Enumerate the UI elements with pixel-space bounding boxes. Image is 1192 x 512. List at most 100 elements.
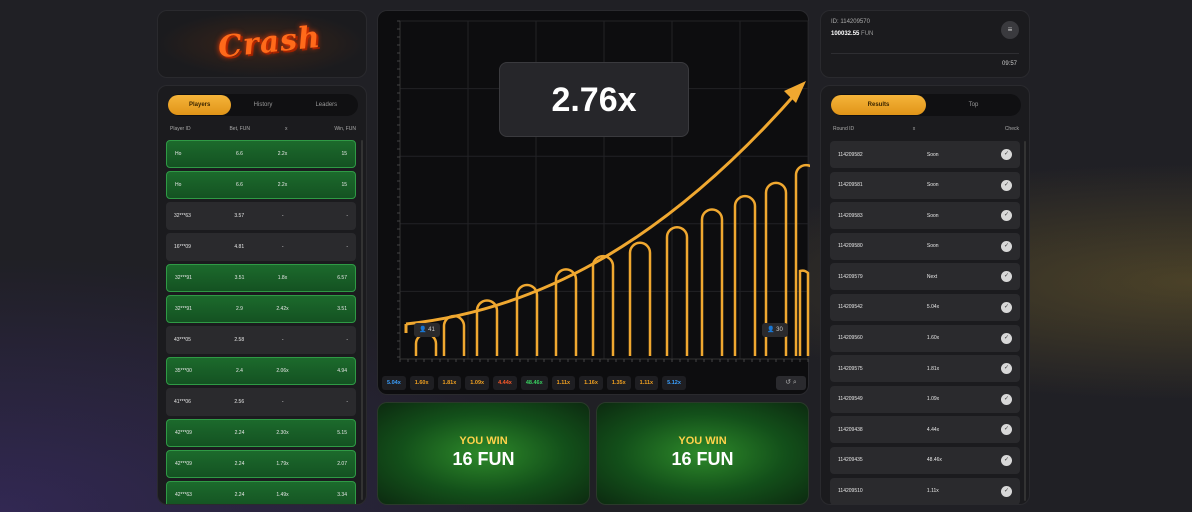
user-id: ID: 114209570: [831, 19, 870, 25]
result-row[interactable]: 114209560 1.60x ✓: [830, 324, 1020, 352]
player-mult: 2.2x: [277, 182, 288, 188]
player-win: -: [346, 244, 348, 250]
player-bet: 2.56: [234, 399, 245, 405]
result-row[interactable]: 114209438 4.44x ✓: [830, 416, 1020, 444]
result-row[interactable]: 114209549 1.09x ✓: [830, 385, 1020, 413]
history-chip[interactable]: 5.12x: [662, 376, 686, 390]
check-icon[interactable]: ✓: [1001, 332, 1012, 344]
player-bet: 2.9: [236, 306, 243, 312]
check-icon[interactable]: ✓: [1001, 454, 1012, 466]
player-bet: 3.57: [234, 213, 245, 219]
history-chip[interactable]: 1.11x: [551, 376, 576, 390]
player-id: Ho: [175, 151, 182, 157]
tab-leaders[interactable]: Leaders: [295, 95, 358, 115]
check-icon[interactable]: ✓: [1001, 301, 1012, 313]
history-chip[interactable]: 1.09x: [465, 376, 490, 390]
win-panel-1[interactable]: YOU WIN 16 FUN: [377, 402, 590, 505]
history-chip[interactable]: 1.35x: [606, 376, 631, 390]
result-row[interactable]: 114209581 Soon ✓: [830, 171, 1020, 199]
growth-bar: [733, 194, 757, 356]
right-badge-count: 30: [776, 327, 783, 333]
player-row: 42***09 2.24 1.79x 2.07: [166, 450, 356, 478]
result-row[interactable]: 114209435 48.46x ✓: [830, 446, 1020, 474]
divider: [831, 53, 1019, 54]
history-chip[interactable]: 1.16x: [579, 376, 603, 390]
check-icon[interactable]: ✓: [1001, 393, 1012, 405]
player-mult: 2.42x: [276, 306, 289, 312]
round-result: 1.60x: [926, 335, 940, 342]
tab-top[interactable]: Top: [926, 95, 1021, 115]
check-icon[interactable]: ✓: [1001, 240, 1012, 252]
player-mult: 1.79x: [276, 461, 289, 467]
round-id: 114209435: [838, 457, 863, 464]
history-chip[interactable]: 1.11x: [634, 376, 659, 390]
history-chip[interactable]: 1.60x: [409, 376, 434, 390]
history-chip[interactable]: 4.44x: [493, 376, 517, 390]
round-result: Soon: [926, 212, 939, 219]
player-win: 6.57: [337, 275, 347, 281]
player-mult: 2.30x: [276, 430, 289, 436]
history-chip[interactable]: 1.81x: [437, 376, 462, 390]
check-icon[interactable]: ✓: [1001, 210, 1012, 222]
player-bet: 6.6: [236, 151, 243, 157]
result-row[interactable]: 114209580 Soon ✓: [830, 232, 1020, 260]
round-history-bar: 5.04x 1.60x 1.81x 1.09x 4.44x 48.46x 1.11x 1.16…: [382, 375, 806, 391]
players-tabs: Players History Leaders: [168, 94, 358, 116]
round-id: 114209582: [838, 151, 863, 158]
balance-currency: FUN: [861, 31, 874, 37]
player-win: 5.15: [337, 430, 347, 436]
history-chip[interactable]: 48.46x: [520, 376, 548, 390]
tab-players[interactable]: Players: [168, 95, 232, 115]
result-row[interactable]: 114209582 Soon ✓: [830, 141, 1020, 168]
player-row: Ho 6.6 2.2x 15: [166, 140, 356, 168]
player-id: 42***09: [175, 461, 192, 467]
players-panel: Players History Leaders Player ID Bet, F…: [157, 85, 367, 505]
round-result: 1.11x: [926, 488, 939, 495]
col-round-id: Round ID: [833, 126, 855, 132]
player-mult: -: [281, 213, 284, 219]
result-row[interactable]: 114209579 Next ✓: [830, 263, 1020, 291]
players-scrollbar[interactable]: [361, 140, 363, 500]
win-amount: 16 FUN: [671, 449, 734, 469]
current-multiplier: 2.76x: [499, 62, 689, 137]
result-row[interactable]: 114209542 5.04x ✓: [830, 293, 1020, 321]
tab-results[interactable]: Results: [831, 95, 926, 115]
round-result: 1.81x: [926, 365, 940, 372]
col-x: x: [912, 126, 916, 132]
tab-history[interactable]: History: [231, 95, 294, 115]
curve-arrow-icon: [784, 81, 806, 103]
clock: 09:57: [1001, 61, 1017, 67]
results-scrollbar[interactable]: [1024, 141, 1026, 501]
check-icon[interactable]: ✓: [1001, 271, 1012, 283]
round-id: 114209542: [838, 304, 863, 311]
check-icon[interactable]: ✓: [1001, 424, 1012, 436]
player-win: 3.51: [337, 306, 347, 312]
balance-value: 100032.55: [831, 31, 860, 37]
results-tabs: Results Top: [831, 94, 1021, 116]
check-icon[interactable]: ✓: [1001, 485, 1012, 497]
win-panel-2[interactable]: YOU WIN 16 FUN: [596, 402, 809, 505]
player-id: 41***06: [174, 399, 191, 405]
round-result: Soon: [926, 151, 939, 158]
check-icon[interactable]: ✓: [1001, 363, 1012, 375]
player-id: 35***00: [175, 368, 192, 374]
check-icon[interactable]: ✓: [1001, 149, 1012, 160]
round-id: 114209575: [838, 365, 863, 372]
result-row[interactable]: 114209575 1.81x ✓: [830, 355, 1020, 383]
menu-button[interactable]: ≡: [1001, 21, 1019, 39]
player-row: 43***05 2.58 - -: [166, 326, 356, 354]
win-title: YOU WIN: [678, 435, 727, 447]
round-result: 48.46x: [926, 457, 942, 464]
player-win: -: [346, 399, 348, 405]
round-result: 1.09x: [926, 396, 940, 403]
player-mult: 2.06x: [276, 368, 289, 374]
player-bet: 2.24: [234, 430, 245, 436]
player-bet: 2.58: [234, 337, 245, 343]
history-chip[interactable]: 5.04x: [382, 376, 406, 390]
result-row[interactable]: 114209510 1.11x ✓: [830, 477, 1020, 504]
check-icon[interactable]: ✓: [1001, 179, 1012, 191]
history-controls[interactable]: ↺ ⌕: [776, 376, 806, 390]
player-mult: 2.2x: [277, 151, 288, 157]
player-win: 4.94: [337, 368, 347, 374]
result-row[interactable]: 114209583 Soon ✓: [830, 202, 1020, 230]
